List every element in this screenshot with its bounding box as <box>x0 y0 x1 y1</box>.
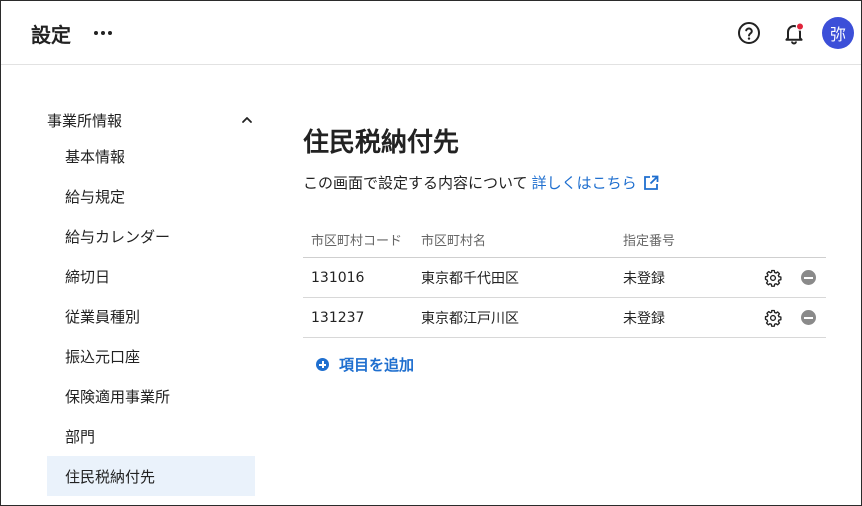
app-header: 設定 弥 <box>1 1 861 65</box>
settings-sidebar: 事業所情報 基本情報 給与規定 給与カレンダー 締切日 従業員種別 振込元口座 … <box>1 66 271 505</box>
cell-number: 未登録 <box>623 270 665 287</box>
sidebar-item-insurance-offices[interactable]: 保険適用事業所 <box>47 376 255 416</box>
sidebar-item-label: 振込元口座 <box>65 347 141 366</box>
chevron-up-icon <box>239 112 255 128</box>
sidebar-item-label: 従業員種別 <box>65 307 141 326</box>
table-header: 市区町村コード 市区町村名 指定番号 <box>303 222 826 258</box>
sidebar-item-payroll-rules[interactable]: 給与規定 <box>47 176 255 216</box>
gear-icon <box>764 309 782 327</box>
sidebar-item-employee-types[interactable]: 従業員種別 <box>47 296 255 336</box>
row-remove-button[interactable] <box>793 310 823 325</box>
sidebar-item-closing-date[interactable]: 締切日 <box>47 256 255 296</box>
more-dot <box>108 31 112 35</box>
sidebar-item-label: 保険適用事業所 <box>65 387 171 406</box>
table-row: 131237 東京都江戸川区 未登録 <box>303 298 826 338</box>
column-header-number: 指定番号 <box>623 234 676 249</box>
add-item-label: 項目を追加 <box>339 356 415 374</box>
cell-name: 東京都江戸川区 <box>421 310 519 327</box>
remove-circle-icon <box>800 270 816 285</box>
sidebar-item-label: 締切日 <box>65 267 111 286</box>
more-horizontal-icon <box>94 31 98 35</box>
row-settings-button[interactable] <box>753 309 793 327</box>
sidebar-item-label: 給与カレンダー <box>65 227 171 246</box>
sidebar-item-label: 基本情報 <box>65 147 126 166</box>
sidebar-item-label: 住民税納付先 <box>65 467 156 486</box>
main-content: 住民税納付先 この画面で設定する内容について 詳しくはこちら 市区町村コード 市… <box>303 66 843 505</box>
sidebar-item-basic-info[interactable]: 基本情報 <box>47 136 255 176</box>
table-row: 131016 東京都千代田区 未登録 <box>303 258 826 298</box>
remove-circle-icon <box>800 310 816 325</box>
sidebar-item-bank-accounts[interactable]: 振込元口座 <box>47 336 255 376</box>
sidebar-item-label: 給与規定 <box>65 187 126 206</box>
settings-window: 設定 弥 事業所情報 基本情報 給与規定 給与カレンダー 締切日 従業員種別 振… <box>0 0 862 506</box>
more-options-button[interactable] <box>89 19 117 47</box>
details-link-label: 詳しくはこちら <box>531 174 637 192</box>
cell-number: 未登録 <box>623 310 665 327</box>
sidebar-item-payroll-calendar[interactable]: 給与カレンダー <box>47 216 255 256</box>
sidebar-section-header[interactable]: 事業所情報 <box>47 108 255 132</box>
plus-circle-icon <box>316 358 329 371</box>
row-remove-button[interactable] <box>793 270 823 285</box>
gear-icon <box>764 269 782 287</box>
more-dot <box>101 31 105 35</box>
help-circle-icon <box>738 22 760 44</box>
row-settings-button[interactable] <box>753 269 793 287</box>
notifications-button[interactable] <box>780 19 808 47</box>
page-description: この画面で設定する内容について 詳しくはこちら <box>303 172 659 193</box>
page-header-title: 設定 <box>31 23 71 47</box>
external-link-icon <box>643 175 658 190</box>
sidebar-item-label: 部門 <box>65 427 96 446</box>
details-link[interactable]: 詳しくはこちら <box>532 172 659 193</box>
cell-code: 131016 <box>311 269 365 286</box>
column-header-code: 市区町村コード <box>311 234 403 249</box>
sidebar-item-resident-tax[interactable]: 住民税納付先 <box>47 456 255 496</box>
page-title: 住民税納付先 <box>303 128 460 158</box>
cell-code: 131237 <box>311 309 365 326</box>
bell-icon <box>785 22 805 45</box>
sidebar-item-departments[interactable]: 部門 <box>47 416 255 456</box>
description-text: この画面で設定する内容について <box>303 174 528 192</box>
help-button[interactable] <box>735 19 763 47</box>
cell-name: 東京都千代田区 <box>421 270 519 287</box>
user-avatar[interactable]: 弥 <box>822 17 854 49</box>
sidebar-section-title: 事業所情報 <box>47 111 123 130</box>
add-item-button[interactable]: 項目を追加 <box>316 354 414 375</box>
municipality-table: 市区町村コード 市区町村名 指定番号 131016 東京都千代田区 未登録 13… <box>303 222 826 338</box>
column-header-name: 市区町村名 <box>421 234 487 249</box>
